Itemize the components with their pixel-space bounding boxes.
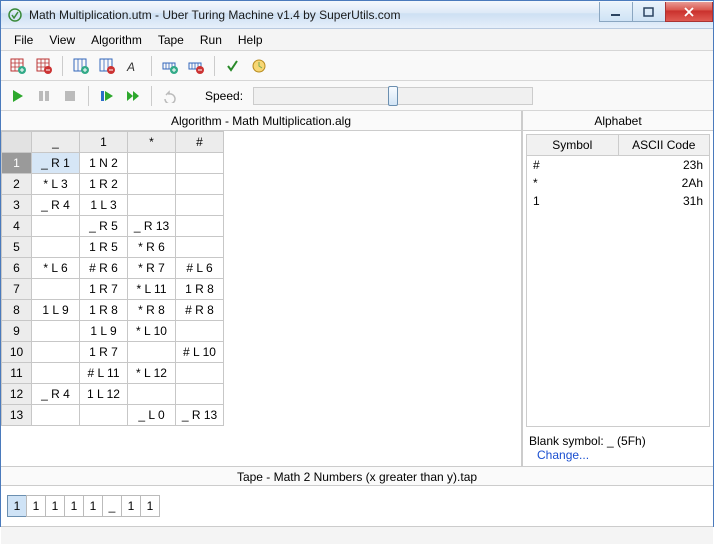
- check-icon[interactable]: [222, 55, 244, 77]
- close-button[interactable]: [665, 2, 713, 22]
- tape[interactable]: 11111_11: [1, 486, 713, 526]
- alphabet-col-ascii[interactable]: ASCII Code: [619, 135, 710, 155]
- menu-run[interactable]: Run: [193, 31, 229, 49]
- algorithm-grid[interactable]: _1*#1_ R 11 N 22* L 31 R 23_ R 41 L 34_ …: [1, 131, 224, 426]
- runbar: Speed:: [1, 81, 713, 111]
- step-button[interactable]: [96, 85, 118, 107]
- grid-remove-icon[interactable]: [33, 55, 55, 77]
- tape-add-icon[interactable]: [159, 55, 181, 77]
- tape-cell[interactable]: 1: [26, 495, 46, 517]
- menu-file[interactable]: File: [7, 31, 40, 49]
- blank-symbol-label: Blank symbol: _ (5Fh): [529, 434, 646, 448]
- alphabet-row[interactable]: #23h: [527, 156, 709, 174]
- tape-header: Tape - Math 2 Numbers (x greater than y)…: [1, 466, 713, 486]
- change-link[interactable]: Change...: [537, 448, 589, 462]
- speed-label: Speed:: [205, 89, 243, 103]
- fast-forward-button[interactable]: [122, 85, 144, 107]
- window-title: Math Multiplication.utm - Uber Turing Ma…: [29, 8, 600, 22]
- tape-cell[interactable]: 1: [83, 495, 103, 517]
- tape-cell[interactable]: 1: [7, 495, 27, 517]
- font-icon[interactable]: A: [122, 55, 144, 77]
- grid-col-remove-icon[interactable]: [96, 55, 118, 77]
- play-button[interactable]: [7, 85, 29, 107]
- stop-button[interactable]: [59, 85, 81, 107]
- pause-button[interactable]: [33, 85, 55, 107]
- tape-cell[interactable]: 1: [121, 495, 141, 517]
- menubar: File View Algorithm Tape Run Help: [1, 29, 713, 51]
- grid-col-add-icon[interactable]: [70, 55, 92, 77]
- app-icon: [7, 7, 23, 23]
- alphabet-col-symbol[interactable]: Symbol: [527, 135, 619, 155]
- tape-cell[interactable]: 1: [45, 495, 65, 517]
- alphabet-table: Symbol ASCII Code #23h*2Ah131h: [526, 134, 710, 427]
- menu-help[interactable]: Help: [231, 31, 270, 49]
- tape-remove-icon[interactable]: [185, 55, 207, 77]
- menu-tape[interactable]: Tape: [151, 31, 191, 49]
- alphabet-header: Alphabet: [523, 111, 713, 131]
- svg-text:A: A: [126, 60, 135, 74]
- grid-add-icon[interactable]: [7, 55, 29, 77]
- alphabet-row[interactable]: *2Ah: [527, 174, 709, 192]
- tape-cell[interactable]: _: [102, 495, 122, 517]
- alphabet-row[interactable]: 131h: [527, 192, 709, 210]
- toolbar: A: [1, 51, 713, 81]
- tape-cell[interactable]: 1: [64, 495, 84, 517]
- minimize-button[interactable]: [599, 2, 633, 22]
- tape-cell[interactable]: 1: [140, 495, 160, 517]
- menu-algorithm[interactable]: Algorithm: [84, 31, 149, 49]
- speed-slider[interactable]: [253, 87, 533, 105]
- clock-icon[interactable]: [248, 55, 270, 77]
- statusbar: [1, 526, 713, 544]
- algorithm-header: Algorithm - Math Multiplication.alg: [1, 111, 521, 131]
- menu-view[interactable]: View: [42, 31, 82, 49]
- maximize-button[interactable]: [632, 2, 666, 22]
- reset-icon[interactable]: [159, 85, 181, 107]
